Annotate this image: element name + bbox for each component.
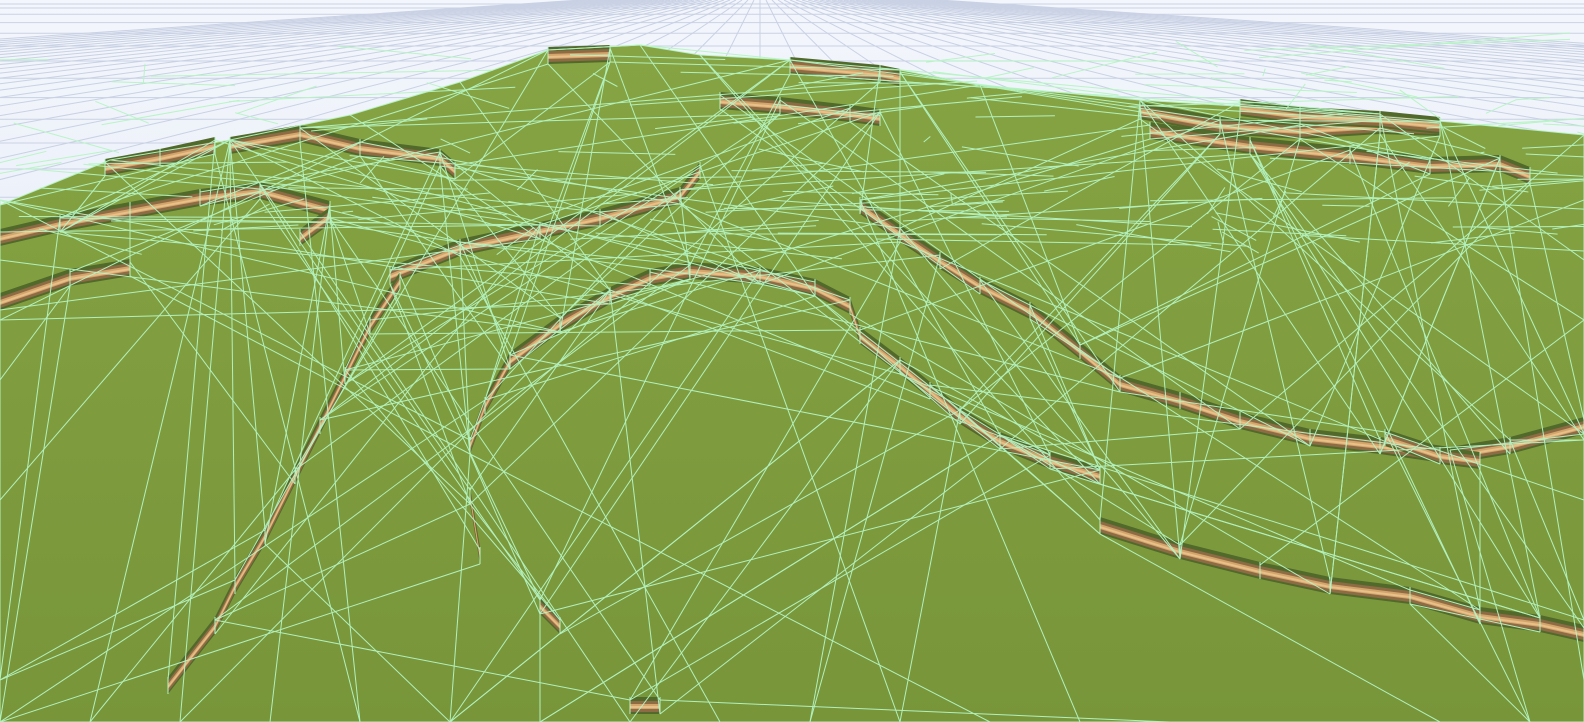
cliff-edge [629,697,661,714]
mesh-edge [1135,73,1245,75]
scene-viewport[interactable] [0,0,1584,722]
cliff-band [630,706,660,708]
terrain-scene[interactable] [0,0,1584,722]
